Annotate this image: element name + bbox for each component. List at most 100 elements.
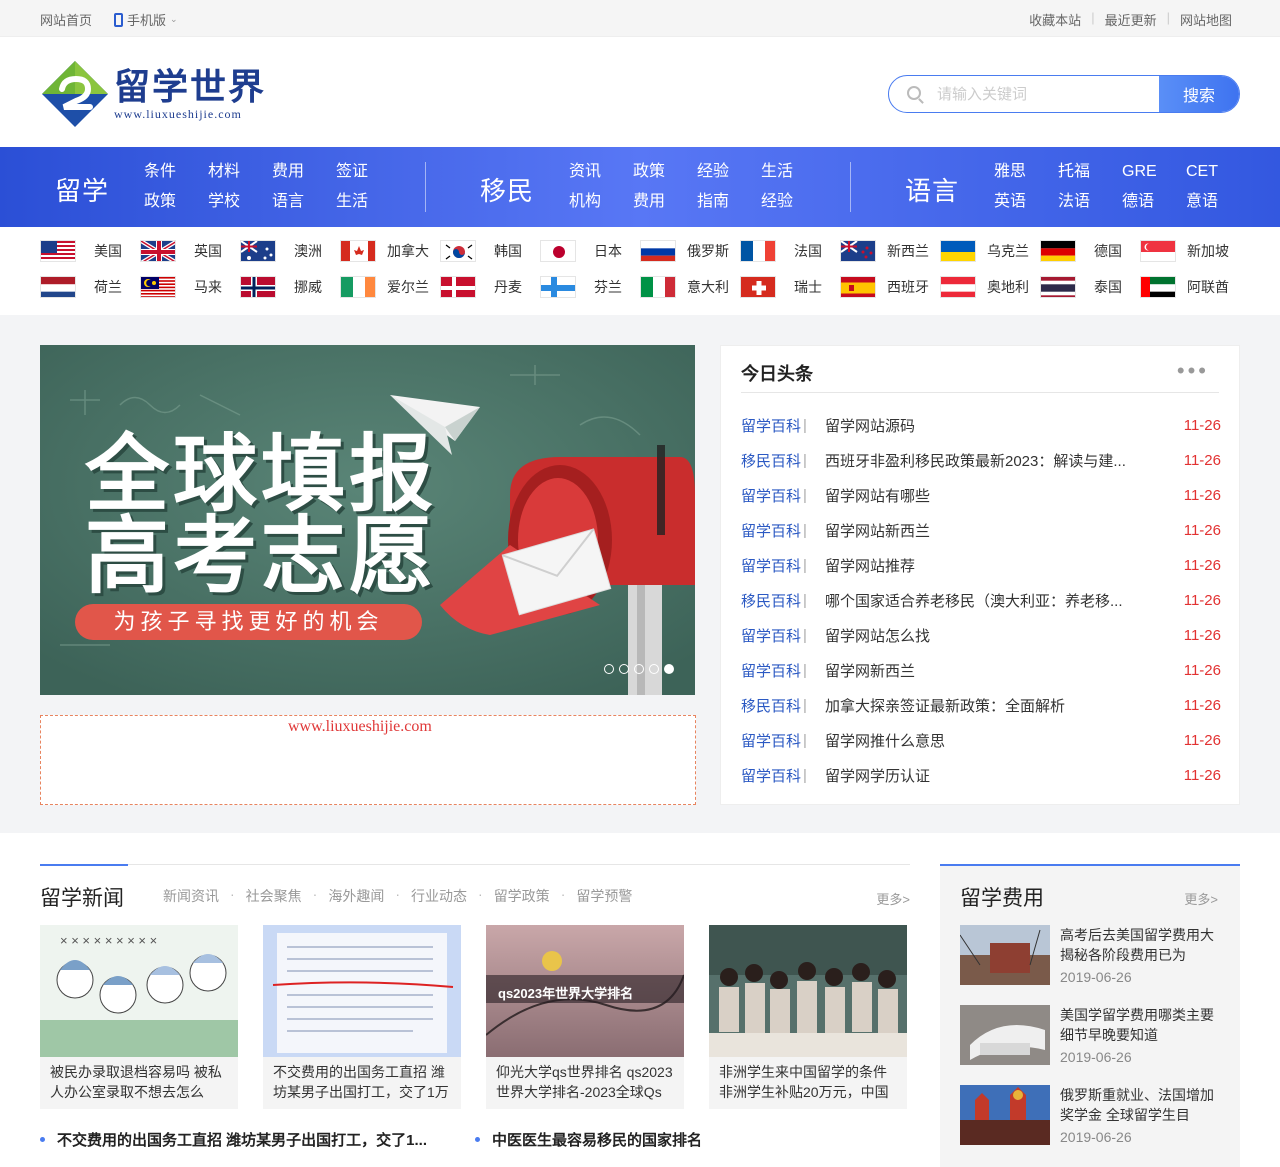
headline-title[interactable]: 留学网站源码 bbox=[825, 415, 1177, 436]
country-link[interactable]: 芬兰 bbox=[540, 275, 640, 298]
nav-link[interactable]: 雅思 bbox=[994, 161, 1058, 183]
carousel-dot[interactable] bbox=[604, 664, 614, 674]
country-link[interactable]: 丹麦 bbox=[440, 275, 540, 298]
bookmark-link[interactable]: 收藏本站 bbox=[1029, 10, 1081, 29]
headline-row[interactable]: 留学百科 | 留学网新西兰 11-26 bbox=[741, 653, 1221, 688]
news-bullet-link[interactable]: 中医医生最容易移民的国家排名 bbox=[475, 1129, 910, 1150]
tab-social[interactable]: 社会聚焦 bbox=[246, 886, 302, 906]
country-link[interactable]: 德国 bbox=[1040, 239, 1140, 262]
nav-link[interactable]: 材料 bbox=[208, 161, 272, 183]
headline-category[interactable]: 移民百科 bbox=[741, 450, 803, 471]
country-link[interactable]: 荷兰 bbox=[40, 275, 140, 298]
carousel-dot-active[interactable] bbox=[664, 664, 674, 674]
country-link[interactable]: 泰国 bbox=[1040, 275, 1140, 298]
news-card[interactable]: 不交费用的出国务工直招 潍坊某男子出国打工，交了1万 bbox=[263, 925, 461, 1109]
country-link[interactable]: 乌克兰 bbox=[940, 239, 1040, 262]
country-link[interactable]: 新加坡 bbox=[1140, 239, 1240, 262]
country-link[interactable]: 韩国 bbox=[440, 239, 540, 262]
country-link[interactable]: 奥地利 bbox=[940, 275, 1040, 298]
recent-updates-link[interactable]: 最近更新 bbox=[1105, 10, 1157, 29]
nav-link[interactable]: 资讯 bbox=[569, 161, 633, 183]
news-card[interactable]: × × × × × × × × × 被民办录取退档容易吗 被私人办公室录取不想去… bbox=[40, 925, 238, 1109]
tab-industry[interactable]: 行业动态 bbox=[411, 886, 467, 906]
headline-row[interactable]: 移民百科 | 哪个国家适合养老移民（澳大利亚：养老移... 11-26 bbox=[741, 583, 1221, 618]
more-link[interactable]: 更多> bbox=[1184, 889, 1218, 908]
news-card[interactable]: qs2023年世界大学排名 仰光大学qs世界排名 qs2023世界大学排名-20… bbox=[486, 925, 684, 1109]
news-bullet-link[interactable]: 不交费用的出国务工直招 潍坊某男子出国打工，交了1... bbox=[40, 1129, 475, 1150]
nav-link[interactable]: 机构 bbox=[569, 191, 633, 213]
nav-link[interactable]: 条件 bbox=[144, 161, 208, 183]
nav-link[interactable]: CET bbox=[1186, 161, 1250, 183]
headline-row[interactable]: 留学百科 | 留学网站新西兰 11-26 bbox=[741, 513, 1221, 548]
nav-link[interactable]: 费用 bbox=[633, 191, 697, 213]
tab-warning[interactable]: 留学预警 bbox=[576, 886, 632, 906]
headline-row[interactable]: 移民百科 | 西班牙非盈利移民政策最新2023：解读与建... 11-26 bbox=[741, 443, 1221, 478]
fee-article[interactable]: 高考后去美国留学费用大揭秘各阶段费用已为 2019-06-26 bbox=[960, 925, 1220, 1005]
tab-news[interactable]: 新闻资讯 bbox=[163, 886, 219, 906]
fee-article[interactable]: 俄罗斯重就业、法国增加奖学金 全球留学生目 2019-06-26 bbox=[960, 1085, 1220, 1165]
nav-link[interactable]: 费用 bbox=[272, 161, 336, 183]
country-link[interactable]: 意大利 bbox=[640, 275, 740, 298]
nav-link[interactable]: 政策 bbox=[633, 161, 697, 183]
nav-link[interactable]: 法语 bbox=[1058, 191, 1122, 213]
headline-category[interactable]: 移民百科 bbox=[741, 590, 803, 611]
nav-title-study[interactable]: 留学 bbox=[55, 171, 109, 208]
tab-policy[interactable]: 留学政策 bbox=[494, 886, 550, 906]
country-link[interactable]: 新西兰 bbox=[840, 239, 940, 262]
headline-title[interactable]: 哪个国家适合养老移民（澳大利亚：养老移... bbox=[825, 590, 1177, 611]
headline-row[interactable]: 留学百科 | 留学网站源码 11-26 bbox=[741, 408, 1221, 443]
more-icon[interactable]: ••• bbox=[1177, 360, 1209, 382]
headline-category[interactable]: 留学百科 bbox=[741, 765, 803, 786]
news-card[interactable]: 非洲学生来中国留学的条件 非洲学生补贴20万元，中国 bbox=[709, 925, 907, 1109]
carousel-dot[interactable] bbox=[634, 664, 644, 674]
headline-category[interactable]: 留学百科 bbox=[741, 625, 803, 646]
mobile-version-link[interactable]: 手机版 ⌄ bbox=[114, 10, 178, 29]
nav-link[interactable]: 生活 bbox=[761, 161, 825, 183]
headline-title[interactable]: 留学网推什么意思 bbox=[825, 730, 1177, 751]
nav-link[interactable]: 经验 bbox=[761, 191, 825, 213]
headline-category[interactable]: 留学百科 bbox=[741, 660, 803, 681]
ad-placeholder[interactable]: www.liuxueshijie.com bbox=[40, 715, 696, 805]
country-link[interactable]: 爱尔兰 bbox=[340, 275, 440, 298]
tab-overseas[interactable]: 海外趣闻 bbox=[328, 886, 384, 906]
search-button[interactable]: 搜索 bbox=[1159, 76, 1239, 112]
headline-title[interactable]: 留学网站推荐 bbox=[825, 555, 1177, 576]
headline-category[interactable]: 留学百科 bbox=[741, 520, 803, 541]
home-link[interactable]: 网站首页 bbox=[40, 10, 92, 29]
fee-article[interactable]: 美国学留学费用哪类主要细节早晚要知道 2019-06-26 bbox=[960, 1005, 1220, 1085]
country-link[interactable]: 马来 bbox=[140, 275, 240, 298]
headline-category[interactable]: 留学百科 bbox=[741, 415, 803, 436]
headline-row[interactable]: 留学百科 | 留学网站推荐 11-26 bbox=[741, 548, 1221, 583]
site-logo[interactable]: 留学世界 www.liuxueshijie.com bbox=[40, 59, 266, 129]
country-link[interactable]: 法国 bbox=[740, 239, 840, 262]
headline-row[interactable]: 留学百科 | 留学网推什么意思 11-26 bbox=[741, 723, 1221, 758]
country-link[interactable]: 西班牙 bbox=[840, 275, 940, 298]
headline-title[interactable]: 留学网新西兰 bbox=[825, 660, 1177, 681]
headline-row[interactable]: 移民百科 | 加拿大探亲签证最新政策：全面解析 11-26 bbox=[741, 688, 1221, 723]
nav-link[interactable]: 签证 bbox=[336, 161, 400, 183]
headline-category[interactable]: 移民百科 bbox=[741, 695, 803, 716]
country-link[interactable]: 俄罗斯 bbox=[640, 239, 740, 262]
headline-title[interactable]: 留学网站新西兰 bbox=[825, 520, 1177, 541]
headline-category[interactable]: 留学百科 bbox=[741, 730, 803, 751]
nav-link[interactable]: 语言 bbox=[272, 191, 336, 213]
headline-title[interactable]: 留学网站有哪些 bbox=[825, 485, 1177, 506]
headline-title[interactable]: 加拿大探亲签证最新政策：全面解析 bbox=[825, 695, 1177, 716]
hero-banner[interactable]: 全球填报 高考志愿 为孩子寻找更好的机会 bbox=[40, 345, 695, 695]
headline-title[interactable]: 西班牙非盈利移民政策最新2023：解读与建... bbox=[825, 450, 1177, 471]
headline-title[interactable]: 留学网学历认证 bbox=[825, 765, 1177, 786]
nav-link[interactable]: 生活 bbox=[336, 191, 400, 213]
nav-link[interactable]: 德语 bbox=[1122, 191, 1186, 213]
nav-link[interactable]: 英语 bbox=[994, 191, 1058, 213]
nav-link[interactable]: 托福 bbox=[1058, 161, 1122, 183]
carousel-dot[interactable] bbox=[619, 664, 629, 674]
nav-link[interactable]: 政策 bbox=[144, 191, 208, 213]
more-link[interactable]: 更多> bbox=[876, 889, 910, 908]
headline-row[interactable]: 留学百科 | 留学网站有哪些 11-26 bbox=[741, 478, 1221, 513]
nav-link[interactable]: 指南 bbox=[697, 191, 761, 213]
headline-category[interactable]: 留学百科 bbox=[741, 555, 803, 576]
carousel-dot[interactable] bbox=[649, 664, 659, 674]
country-link[interactable]: 阿联酋 bbox=[1140, 275, 1240, 298]
nav-link[interactable]: 经验 bbox=[697, 161, 761, 183]
nav-link[interactable]: 学校 bbox=[208, 191, 272, 213]
